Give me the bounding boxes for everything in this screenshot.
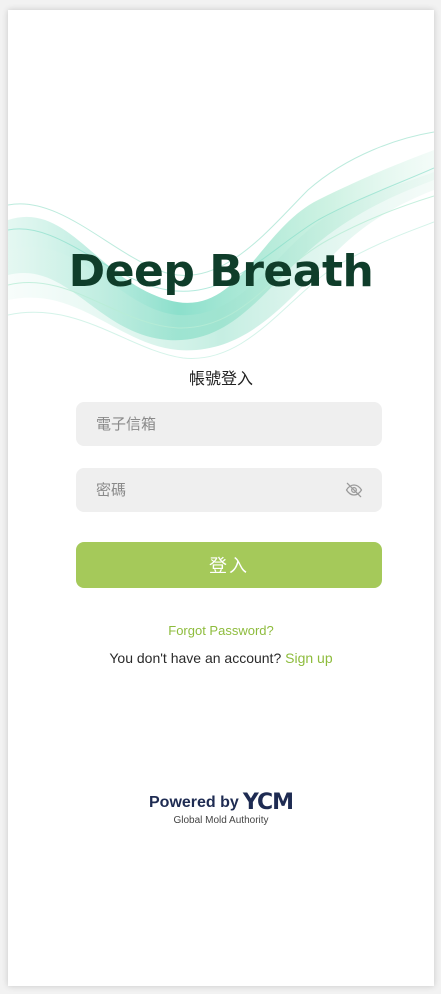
eye-off-icon[interactable]: [344, 480, 364, 500]
signup-row: You don't have an account? Sign up: [8, 650, 434, 666]
email-input[interactable]: [94, 414, 364, 434]
password-input[interactable]: [94, 480, 338, 500]
forgot-password-link[interactable]: Forgot Password?: [8, 623, 434, 638]
login-button[interactable]: 登入: [76, 542, 382, 588]
wave-decoration: [8, 131, 434, 359]
company-logo: YCM: [242, 790, 294, 815]
password-field[interactable]: [76, 468, 382, 512]
email-field[interactable]: [76, 402, 382, 446]
powered-by-line: Powered by YCM: [8, 790, 434, 815]
login-heading: 帳號登入: [188, 371, 253, 388]
powered-by-footer: Powered by YCM Global Mold Authority: [8, 790, 434, 826]
app-screen: Deep Breath 帳號登入 登入 Forgot Password? You…: [8, 10, 434, 986]
app-logo-title: Deep Breath: [68, 246, 374, 297]
company-tagline: Global Mold Authority: [173, 815, 269, 826]
signup-prompt: You don't have an account?: [109, 650, 282, 666]
powered-by-text: Powered by: [149, 793, 239, 811]
signup-link[interactable]: Sign up: [285, 650, 332, 666]
